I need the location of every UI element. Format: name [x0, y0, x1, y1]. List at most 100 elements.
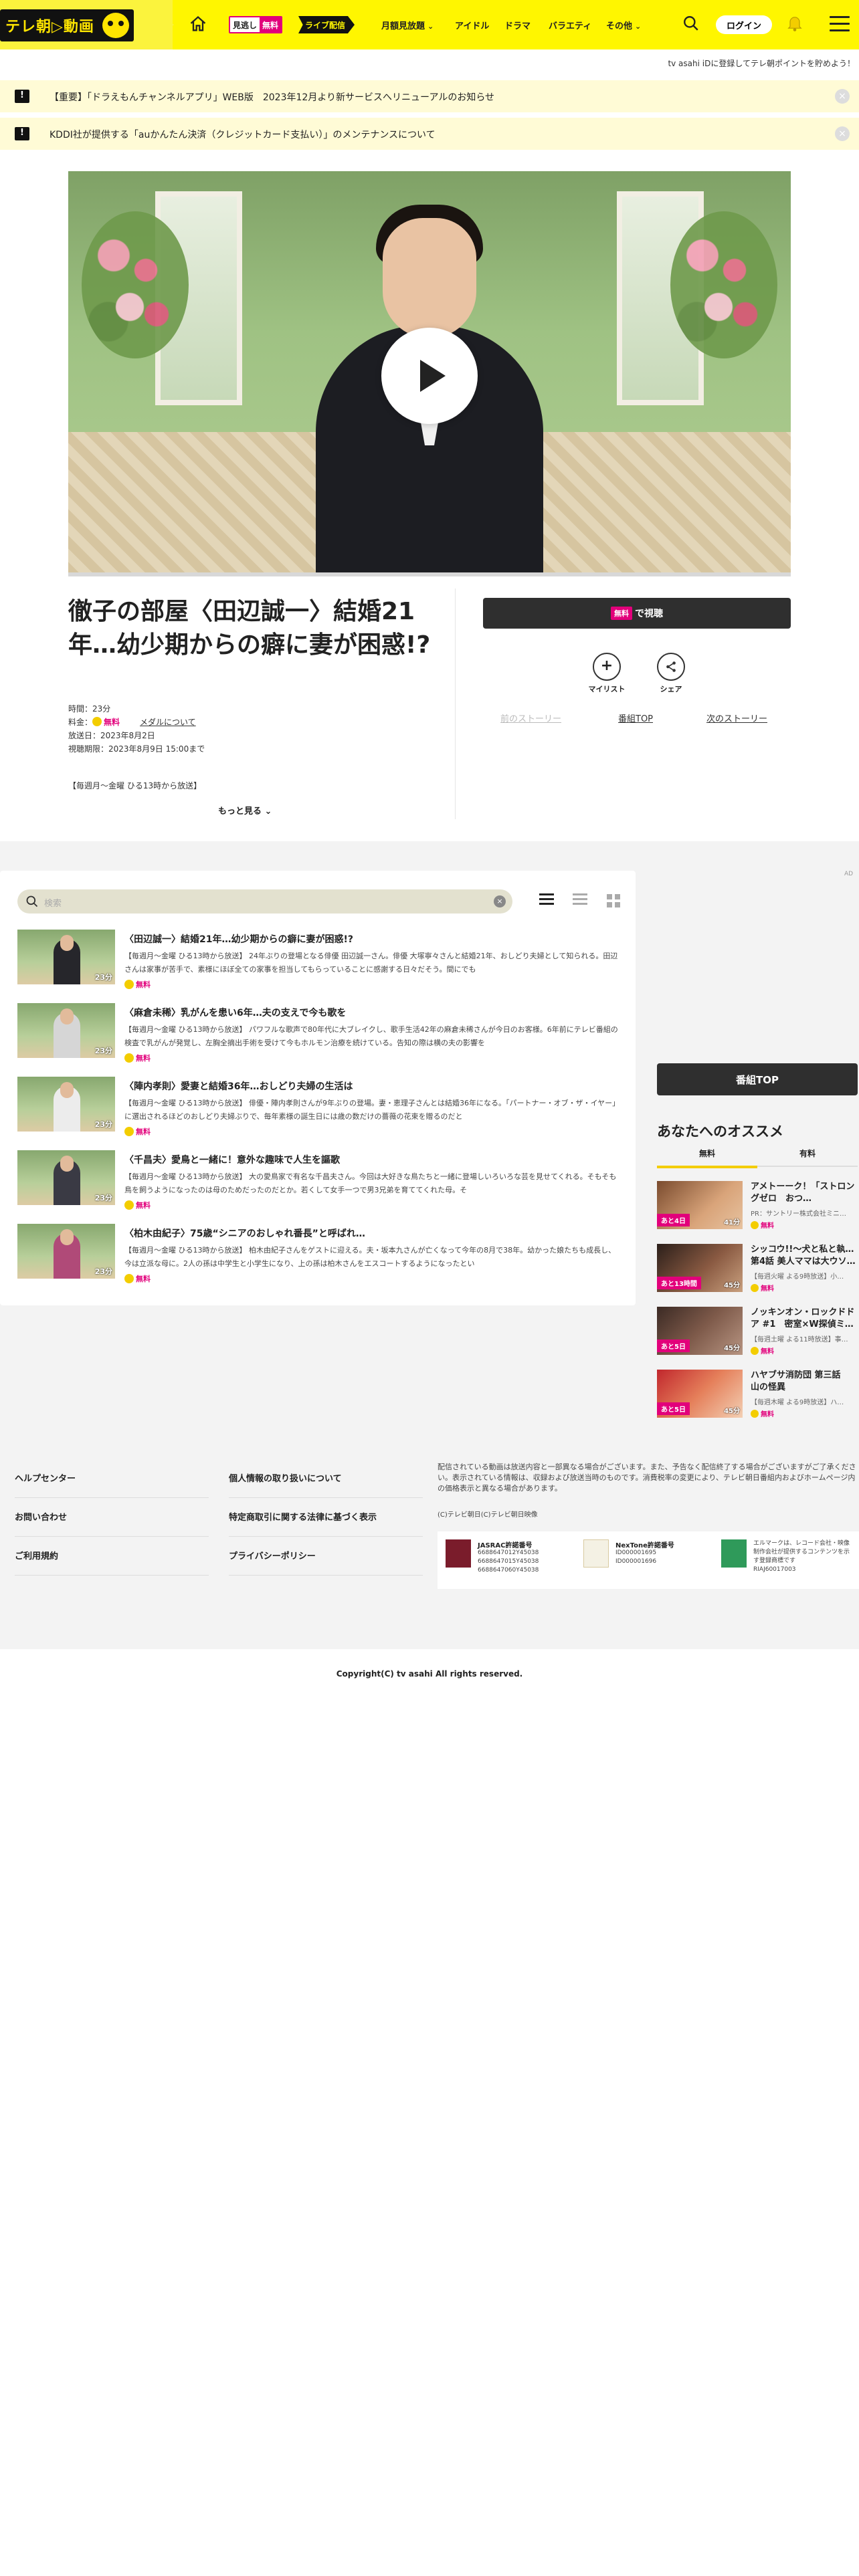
close-icon[interactable]: × [835, 89, 850, 104]
menu-icon-bar [830, 23, 850, 25]
legal-copyright: (C)テレビ朝日(C)テレビ朝日映像 [438, 1511, 538, 1519]
share-button[interactable]: シェア [648, 653, 694, 694]
license-nextone: NexTone許諾番号 ID000001695 ID000001696 [583, 1539, 717, 1580]
item-description: 【毎週月～金曜 ひる13時から放送】 パワフルな歌声で80年代に大ブレイクし、歌… [124, 1025, 618, 1047]
episode-meta: 時間：23分 料金： 無料 メダルについて 放送日：2023年8月2日 視聴期限：2… [68, 702, 205, 756]
notice-text[interactable]: KDDI社が提供する「auかんたん決済（クレジットカード支払い）」のメンテナンス… [50, 128, 436, 141]
footer-link-commerce-law[interactable]: 特定商取引に関する法律に基づく表示 [229, 1510, 423, 1537]
item-title[interactable]: 〈麻倉未稀〉乳がんを患い6年…夫の支えで今も歌を [124, 1006, 346, 1019]
recommend-item[interactable]: あと13時間 45分 シッコウ!!～犬と私と執…第4話 美人ママは大ウソ… 【毎週… [657, 1244, 858, 1297]
recommend-thumbnail[interactable]: あと4日 41分 [657, 1181, 743, 1229]
nav-item-other[interactable]: その他 ⌄ [606, 19, 641, 31]
nav-label: その他 [606, 21, 633, 31]
site-header: テレ朝▷動画 見逃し 無料 ライブ配信 月額見放題 ⌄ アイドル ドラマ バラエテ… [0, 0, 859, 49]
item-title[interactable]: 〈柏木由紀子〉75歳“シニアのおしゃれ番長”と呼ばれ… [124, 1226, 365, 1240]
nav-item-drama[interactable]: ドラマ [504, 19, 531, 31]
recommend-thumbnail[interactable]: あと13時間 45分 [657, 1244, 743, 1292]
nav-item-idol[interactable]: アイドル [455, 19, 489, 31]
item-description: 【毎週月～金曜 ひる13時から放送】 24年ぶりの登場となる俳優 田辺誠一さん。… [124, 952, 618, 974]
legal-notice: 配信されている動画は放送内容と一部異なる場合がございます。また、予告なく配信終了… [438, 1463, 856, 1493]
item-title[interactable]: 〈陣内孝則〉愛妻と結婚36年…おしどり夫婦の生活は [124, 1079, 353, 1093]
footer-link-terms[interactable]: ご利用規約 [15, 1549, 209, 1576]
free-text: 無料 [136, 980, 151, 989]
live-stream-button[interactable]: ライブ配信 [298, 16, 355, 33]
item-description: 【毎週月～金曜 ひる13時から放送】 俳優・陣内孝則さんが9年ぶりの登場。妻・恵… [124, 1099, 616, 1121]
video-player[interactable] [68, 171, 791, 575]
next-story-link[interactable]: 次のストーリー [706, 712, 767, 724]
tab-paid[interactable]: 有料 [757, 1148, 858, 1167]
recommend-heading: あなたへのオススメ [657, 1123, 783, 1140]
footer-link-privacy-handling[interactable]: 個人情報の取り扱いについて [229, 1471, 423, 1498]
show-more-button[interactable]: もっと見る ⌄ [218, 804, 272, 817]
site-logo[interactable]: テレ朝▷動画 [0, 9, 134, 41]
jasrac-logo-icon [446, 1539, 471, 1568]
grid-view-button[interactable] [606, 893, 621, 908]
chevron-down-icon: ⌄ [427, 22, 434, 31]
watch-free-button[interactable]: 無料 で視聴 [483, 598, 791, 629]
tab-free[interactable]: 無料 [657, 1148, 757, 1168]
program-top-link[interactable]: 番組TOP [618, 712, 653, 724]
search-icon [26, 895, 38, 907]
notification-button[interactable] [785, 13, 807, 35]
list-item[interactable]: 23分 〈柏木由紀子〉75歳“シニアのおしゃれ番長”と呼ばれ… 【毎週月～金曜 … [17, 1224, 626, 1288]
free-catchup-button[interactable]: 見逃し 無料 [229, 16, 283, 33]
recommend-item[interactable]: あと4日 41分 アメトーーク！「ストロングゼロ おつ… PR：サントリー株式会社… [657, 1181, 858, 1235]
recommend-title[interactable]: シッコウ!!～犬と私と執…第4話 美人ママは大ウソ… [751, 1244, 858, 1268]
list-item[interactable]: 23分 〈麻倉未稀〉乳がんを患い6年…夫の支えで今も歌を 【毎週月～金曜 ひる1… [17, 1003, 626, 1067]
notice-text[interactable]: 【重要】「ドラえもんチャンネルアプリ」WEB版 2023年12月より新サービスへ… [50, 90, 494, 104]
recommend-item[interactable]: あと5日 45分 ハヤブサ消防団 第三話 山の怪異 【毎週木曜 よる9時放送】ハ…… [657, 1370, 858, 1423]
nav-item-monthly[interactable]: 月額見放題 ⌄ [381, 19, 434, 31]
medal-icon [124, 1274, 134, 1283]
clear-icon[interactable]: × [494, 895, 506, 907]
copyright: Copyright(C) tv asahi All rights reserve… [336, 1669, 523, 1679]
episode-thumbnail[interactable]: 23分 [17, 930, 115, 984]
free-badge: 無料 [611, 607, 632, 620]
login-button[interactable]: ログイン [716, 15, 772, 34]
recommend-title[interactable]: ノッキンオン・ロックドドア #1 密室×W探偵ミ… [751, 1307, 858, 1331]
episode-search-input[interactable]: 検索 × [17, 889, 512, 914]
footer-link-help[interactable]: ヘルプセンター [15, 1471, 209, 1498]
search-button[interactable] [682, 15, 702, 35]
share-label: シェア [660, 685, 682, 693]
duration-label: 23分 [94, 1047, 112, 1055]
home-icon [190, 15, 206, 31]
episode-thumbnail[interactable]: 23分 [17, 1150, 115, 1205]
hamburger-menu-button[interactable] [830, 16, 850, 33]
footer-link-privacy-policy[interactable]: プライバシーポリシー [229, 1549, 423, 1576]
mylist-button[interactable]: + マイリスト [583, 653, 630, 694]
menu-icon-bar [830, 29, 850, 31]
play-icon[interactable] [381, 328, 478, 424]
item-title[interactable]: 〈田辺誠一〉結婚21年…幼少期からの癖に妻が困惑!? [124, 932, 353, 946]
notice-icon [15, 127, 29, 140]
footer-link-contact[interactable]: お問い合わせ [15, 1510, 209, 1537]
medal-icon [751, 1410, 759, 1418]
compact-view-icon [573, 893, 587, 895]
recommend-thumbnail[interactable]: あと5日 45分 [657, 1370, 743, 1418]
item-title[interactable]: 〈千昌夫〉愛鳥と一緒に！意外な趣味で人生を謳歌 [124, 1153, 340, 1166]
thumb-head [60, 1156, 74, 1172]
home-button[interactable] [189, 15, 210, 36]
list-item[interactable]: 23分 〈田辺誠一〉結婚21年…幼少期からの癖に妻が困惑!? 【毎週月～金曜 ひ… [17, 930, 626, 994]
free-label: 無料 [751, 1220, 774, 1230]
compact-view-button[interactable] [573, 893, 587, 908]
medal-help-link[interactable]: メダルについて [140, 718, 196, 727]
register-prompt[interactable]: tv asahi iDに登録してテレ朝ポイントを貯めよう！ [668, 58, 855, 69]
episode-thumbnail[interactable]: 23分 [17, 1003, 115, 1058]
episode-thumbnail[interactable]: 23分 [17, 1077, 115, 1132]
recommend-item[interactable]: あと5日 45分 ノッキンオン・ロックドドア #1 密室×W探偵ミ… 【毎週土曜 … [657, 1307, 858, 1360]
list-view-button[interactable] [539, 893, 554, 908]
free-text: 無料 [136, 1128, 151, 1136]
list-item[interactable]: 23分 〈陣内孝則〉愛妻と結婚36年…おしどり夫婦の生活は 【毎週月～金曜 ひる… [17, 1077, 626, 1141]
recommend-title[interactable]: ハヤブサ消防団 第三話 山の怪異 [751, 1370, 858, 1394]
compact-view-icon-bar [573, 903, 587, 905]
close-icon[interactable]: × [835, 126, 850, 141]
program-top-button[interactable]: 番組TOP [657, 1063, 858, 1095]
recommend-thumbnail[interactable]: あと5日 45分 [657, 1307, 743, 1355]
nav-item-variety[interactable]: バラエティ [549, 19, 591, 31]
notice-bar[interactable]: 【重要】「ドラえもんチャンネルアプリ」WEB版 2023年12月より新サービスへ… [0, 80, 859, 112]
recommend-title[interactable]: アメトーーク！「ストロングゼロ おつ… [751, 1181, 858, 1205]
notice-bar[interactable]: KDDI社が提供する「auかんたん決済（クレジットカード支払い）」のメンテナンス… [0, 118, 859, 150]
list-item[interactable]: 23分 〈千昌夫〉愛鳥と一緒に！意外な趣味で人生を謳歌 【毎週月～金曜 ひる13… [17, 1150, 626, 1214]
video-progress-bar[interactable] [68, 572, 791, 576]
episode-thumbnail[interactable]: 23分 [17, 1224, 115, 1279]
